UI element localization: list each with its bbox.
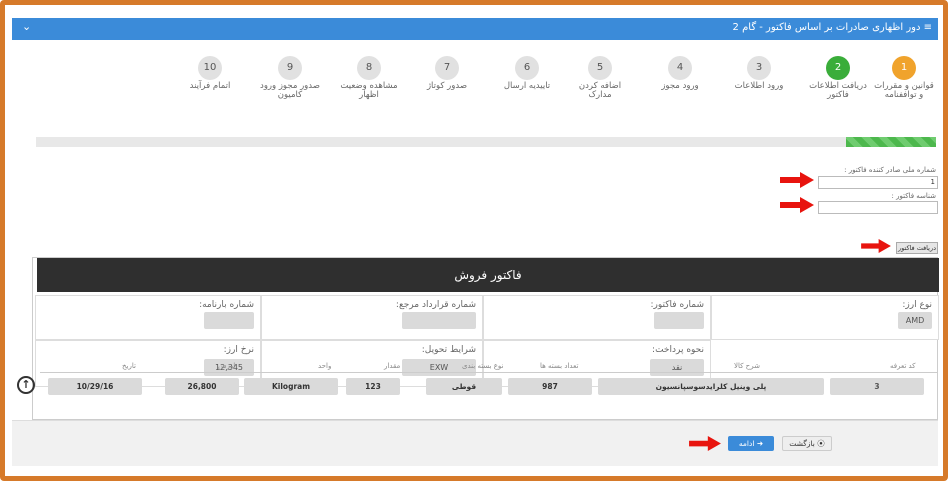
page-title: ≡ دور اظهاری صادرات بر اساس فاکتور - گام…: [732, 22, 932, 33]
progress-bar: [36, 137, 936, 147]
back-circle-icon: ⦿: [817, 439, 825, 448]
step-4[interactable]: 4 ورود مجوز: [650, 56, 710, 91]
next-button[interactable]: ادامه ➜: [728, 436, 774, 451]
step-label: مشاهده وضعیت اظهار: [340, 81, 398, 100]
table-header-unit: واحد: [318, 362, 332, 370]
arrow-right-icon: [780, 197, 814, 213]
step-number: 7: [435, 56, 459, 80]
step-8[interactable]: 8 مشاهده وضعیت اظهار: [339, 56, 399, 100]
step-number: 2: [826, 56, 850, 80]
contract-number-value: [402, 312, 476, 329]
arrow-right-icon: [861, 239, 891, 253]
waybill-number-label: شماره بارنامه:: [199, 300, 254, 310]
currency-type-value: AMD: [898, 312, 932, 329]
chevron-down-icon[interactable]: ⌄: [22, 20, 31, 33]
table-header-quantity: مقدار: [384, 362, 401, 370]
cell-package-count: 987: [508, 378, 592, 395]
step-label: صدور کوتاژ: [426, 81, 468, 91]
exchange-rate-label: نرخ ارز:: [223, 345, 254, 355]
national-id-input[interactable]: 1: [818, 176, 938, 189]
table-divider: [40, 372, 938, 373]
national-id-label: شماره ملی صادر کننده فاکتور :: [844, 166, 936, 174]
step-label: قوانین و مقررات و تواففنامه: [874, 81, 934, 100]
invoice-number-label: شماره فاکتور:: [650, 300, 704, 310]
invoice-id-input[interactable]: [818, 201, 938, 214]
arrow-circle-icon: ➜: [756, 439, 764, 448]
waybill-number-cell: شماره بارنامه:: [35, 295, 261, 340]
cell-date: 10/29/16: [48, 378, 142, 395]
cell-description: پلی وینیل کلرایدسوسپانسیون: [598, 378, 824, 395]
table-header-tariff-code: کد تعرفه: [890, 362, 916, 370]
invoice-number-value: [654, 312, 704, 329]
next-button-label: ادامه: [738, 439, 755, 448]
step-6[interactable]: 6 تاییدیه ارسال: [497, 56, 557, 91]
delivery-terms-label: شرایط تحویل:: [421, 345, 476, 355]
cell-package-type: قوطی: [426, 378, 502, 395]
step-label: اتمام فرآیند: [189, 81, 231, 91]
waybill-number-value: [204, 312, 254, 329]
step-number: 8: [357, 56, 381, 80]
contract-number-cell: شماره قرارداد مرجع:: [261, 295, 483, 340]
wizard-steps: 1 قوانین و مقررات و تواففنامه 2 دریافت ا…: [12, 56, 938, 136]
step-1[interactable]: 1 قوانین و مقررات و تواففنامه: [874, 56, 934, 100]
contract-number-label: شماره قرارداد مرجع:: [395, 300, 476, 310]
get-invoice-button[interactable]: دریافت فاکتور: [896, 242, 938, 254]
arrow-right-icon: [689, 436, 721, 451]
arrow-right-icon: [780, 172, 814, 188]
cell-unit: Kilogram: [244, 378, 338, 395]
back-button-label: بازگشت: [789, 439, 815, 448]
step-5[interactable]: 5 اضافه کردن مدارک: [570, 56, 630, 100]
payment-method-label: نحوه پرداخت:: [652, 345, 704, 355]
step-number: 5: [588, 56, 612, 80]
currency-type-label: نوع ارز:: [902, 300, 932, 310]
invoice-title: فاکتور فروش: [37, 258, 939, 292]
invoice-panel: فاکتور فروش نوع ارز: AMD شماره فاکتور: ش…: [32, 257, 939, 420]
step-number: 10: [198, 56, 222, 80]
step-label: اضافه کردن مدارک: [578, 81, 622, 100]
step-label: تاییدیه ارسال: [503, 81, 551, 91]
cell-tariff-code: 3: [830, 378, 924, 395]
invoice-id-label: شناسه فاکتور :: [891, 192, 936, 200]
currency-type-cell: نوع ارز: AMD: [711, 295, 939, 340]
table-header-package-type: نوع بسته بندی: [462, 362, 504, 370]
table-header-description: شرح کالا: [734, 362, 760, 370]
step-label: دریافت اطلاعات فاکتور: [809, 81, 867, 100]
page-header-bar: ⌄ ≡ دور اظهاری صادرات بر اساس فاکتور - گ…: [12, 18, 938, 40]
payment-method-value: نقد: [650, 359, 704, 376]
step-number: 9: [278, 56, 302, 80]
step-10[interactable]: 10 اتمام فرآیند: [180, 56, 240, 91]
step-number: 1: [892, 56, 916, 80]
step-label: ورود اطلاعات: [734, 81, 784, 91]
step-number: 6: [515, 56, 539, 80]
progress-bar-fill: [846, 137, 936, 147]
step-number: 3: [747, 56, 771, 80]
step-2[interactable]: 2 دریافت اطلاعات فاکتور: [808, 56, 868, 100]
arrow-up-circle-icon[interactable]: ↑: [17, 376, 35, 394]
step-7[interactable]: 7 صدور کوتاژ: [417, 56, 477, 91]
step-number: 4: [668, 56, 692, 80]
table-header-package-count: تعداد بسته ها: [540, 362, 579, 370]
step-3[interactable]: 3 ورود اطلاعات: [729, 56, 789, 91]
table-header-value: ارزش: [218, 362, 236, 370]
step-label: صدور مجوز ورود کامیون: [260, 81, 320, 100]
cell-value: 26,800: [165, 378, 239, 395]
invoice-number-cell: شماره فاکتور:: [483, 295, 711, 340]
cell-quantity: 123: [346, 378, 400, 395]
step-label: ورود مجوز: [661, 81, 699, 91]
back-button[interactable]: بازگشت ⦿: [782, 436, 832, 451]
table-header-date: تاریخ: [122, 362, 136, 370]
step-9[interactable]: 9 صدور مجوز ورود کامیون: [260, 56, 320, 100]
